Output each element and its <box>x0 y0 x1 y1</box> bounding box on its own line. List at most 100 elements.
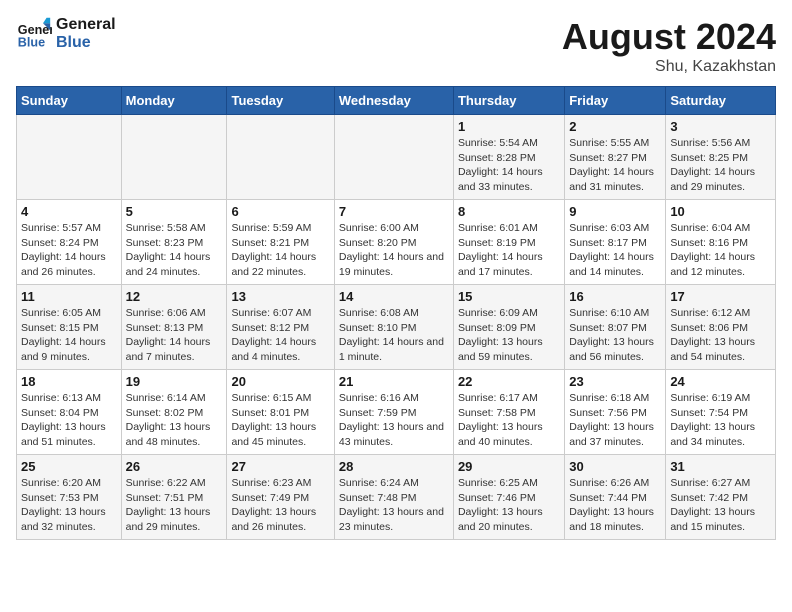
calendar-cell: 29Sunrise: 6:25 AMSunset: 7:46 PMDayligh… <box>453 455 564 540</box>
calendar-cell: 8 Sunrise: 6:01 AMSunset: 8:19 PMDaylight… <box>453 200 564 285</box>
weekday-tuesday: Tuesday <box>227 87 334 115</box>
day-number: 3 <box>670 119 771 134</box>
calendar-cell: 21 Sunrise: 6:16 AMSunset: 7:59 PMDayligh… <box>334 370 453 455</box>
day-number: 27 <box>231 459 329 474</box>
day-info: Sunrise: 6:01 AMSunset: 8:19 PMDaylight:… <box>458 221 560 280</box>
title-block: August 2024 Shu, Kazakhstan <box>562 16 776 76</box>
calendar-cell: 26 Sunrise: 6:22 AMSunset: 7:51 PMDayligh… <box>121 455 227 540</box>
calendar-cell: 7 Sunrise: 6:00 AMSunset: 8:20 PMDaylight… <box>334 200 453 285</box>
day-number: 21 <box>339 374 449 389</box>
day-number: 5 <box>126 204 223 219</box>
day-number: 26 <box>126 459 223 474</box>
day-info: Sunrise: 6:04 AMSunset: 8:16 PMDaylight:… <box>670 221 771 280</box>
day-number: 9 <box>569 204 661 219</box>
day-number: 18 <box>21 374 117 389</box>
calendar-cell: 24 Sunrise: 6:19 AMSunset: 7:54 PMDayligh… <box>666 370 776 455</box>
day-number: 31 <box>670 459 771 474</box>
day-info: Sunrise: 6:05 AMSunset: 8:15 PMDaylight:… <box>21 306 117 365</box>
logo-blue: Blue <box>56 34 116 52</box>
calendar-cell: 9Sunrise: 6:03 AMSunset: 8:17 PMDaylight… <box>565 200 666 285</box>
page-header: General Blue General Blue August 2024 Sh… <box>16 16 776 76</box>
week-row-5: 25 Sunrise: 6:20 AMSunset: 7:53 PMDayligh… <box>17 455 776 540</box>
calendar-cell: 11 Sunrise: 6:05 AMSunset: 8:15 PMDayligh… <box>17 285 122 370</box>
weekday-saturday: Saturday <box>666 87 776 115</box>
weekday-sunday: Sunday <box>17 87 122 115</box>
month-year: August 2024 <box>562 16 776 58</box>
calendar-cell: 16 Sunrise: 6:10 AMSunset: 8:07 PMDayligh… <box>565 285 666 370</box>
day-number: 16 <box>569 289 661 304</box>
day-number: 30 <box>569 459 661 474</box>
calendar-cell: 1 Sunrise: 5:54 AMSunset: 8:28 PMDaylight… <box>453 115 564 200</box>
day-number: 11 <box>21 289 117 304</box>
calendar-cell <box>121 115 227 200</box>
day-info: Sunrise: 5:54 AMSunset: 8:28 PMDaylight:… <box>458 136 560 195</box>
calendar-cell: 4 Sunrise: 5:57 AMSunset: 8:24 PMDaylight… <box>17 200 122 285</box>
day-number: 12 <box>126 289 223 304</box>
weekday-thursday: Thursday <box>453 87 564 115</box>
week-row-1: 1 Sunrise: 5:54 AMSunset: 8:28 PMDaylight… <box>17 115 776 200</box>
day-number: 28 <box>339 459 449 474</box>
calendar-cell: 18 Sunrise: 6:13 AMSunset: 8:04 PMDayligh… <box>17 370 122 455</box>
day-number: 24 <box>670 374 771 389</box>
calendar-cell <box>17 115 122 200</box>
day-info: Sunrise: 6:27 AMSunset: 7:42 PMDaylight:… <box>670 476 771 535</box>
day-info: Sunrise: 6:26 AMSunset: 7:44 PMDaylight:… <box>569 476 661 535</box>
weekday-header-row: SundayMondayTuesdayWednesdayThursdayFrid… <box>17 87 776 115</box>
day-number: 14 <box>339 289 449 304</box>
calendar-cell <box>227 115 334 200</box>
day-number: 6 <box>231 204 329 219</box>
day-info: Sunrise: 5:57 AMSunset: 8:24 PMDaylight:… <box>21 221 117 280</box>
weekday-friday: Friday <box>565 87 666 115</box>
day-info: Sunrise: 5:56 AMSunset: 8:25 PMDaylight:… <box>670 136 771 195</box>
calendar-cell: 23 Sunrise: 6:18 AMSunset: 7:56 PMDayligh… <box>565 370 666 455</box>
week-row-2: 4 Sunrise: 5:57 AMSunset: 8:24 PMDaylight… <box>17 200 776 285</box>
day-info: Sunrise: 6:16 AMSunset: 7:59 PMDaylight:… <box>339 391 449 450</box>
calendar-cell: 3 Sunrise: 5:56 AMSunset: 8:25 PMDaylight… <box>666 115 776 200</box>
day-info: Sunrise: 6:20 AMSunset: 7:53 PMDaylight:… <box>21 476 117 535</box>
day-info: Sunrise: 6:06 AMSunset: 8:13 PMDaylight:… <box>126 306 223 365</box>
day-info: Sunrise: 6:10 AMSunset: 8:07 PMDaylight:… <box>569 306 661 365</box>
calendar-cell: 13Sunrise: 6:07 AMSunset: 8:12 PMDayligh… <box>227 285 334 370</box>
calendar-cell: 2Sunrise: 5:55 AMSunset: 8:27 PMDaylight… <box>565 115 666 200</box>
calendar-cell <box>334 115 453 200</box>
day-info: Sunrise: 6:18 AMSunset: 7:56 PMDaylight:… <box>569 391 661 450</box>
calendar-cell: 28 Sunrise: 6:24 AMSunset: 7:48 PMDayligh… <box>334 455 453 540</box>
day-number: 7 <box>339 204 449 219</box>
day-number: 20 <box>231 374 329 389</box>
day-info: Sunrise: 6:14 AMSunset: 8:02 PMDaylight:… <box>126 391 223 450</box>
day-number: 4 <box>21 204 117 219</box>
calendar-table: SundayMondayTuesdayWednesdayThursdayFrid… <box>16 86 776 540</box>
calendar-cell: 6 Sunrise: 5:59 AMSunset: 8:21 PMDaylight… <box>227 200 334 285</box>
day-info: Sunrise: 5:59 AMSunset: 8:21 PMDaylight:… <box>231 221 329 280</box>
logo-general: General <box>56 16 116 34</box>
day-number: 22 <box>458 374 560 389</box>
day-info: Sunrise: 6:12 AMSunset: 8:06 PMDaylight:… <box>670 306 771 365</box>
day-number: 1 <box>458 119 560 134</box>
day-info: Sunrise: 6:22 AMSunset: 7:51 PMDaylight:… <box>126 476 223 535</box>
day-info: Sunrise: 6:23 AMSunset: 7:49 PMDaylight:… <box>231 476 329 535</box>
calendar-cell: 22Sunrise: 6:17 AMSunset: 7:58 PMDayligh… <box>453 370 564 455</box>
day-number: 19 <box>126 374 223 389</box>
week-row-3: 11 Sunrise: 6:05 AMSunset: 8:15 PMDayligh… <box>17 285 776 370</box>
day-info: Sunrise: 6:13 AMSunset: 8:04 PMDaylight:… <box>21 391 117 450</box>
logo-icon: General Blue <box>16 16 52 52</box>
day-info: Sunrise: 6:08 AMSunset: 8:10 PMDaylight:… <box>339 306 449 365</box>
calendar-body: 1 Sunrise: 5:54 AMSunset: 8:28 PMDaylight… <box>17 115 776 540</box>
day-number: 13 <box>231 289 329 304</box>
day-number: 29 <box>458 459 560 474</box>
weekday-wednesday: Wednesday <box>334 87 453 115</box>
day-info: Sunrise: 6:19 AMSunset: 7:54 PMDaylight:… <box>670 391 771 450</box>
day-info: Sunrise: 6:24 AMSunset: 7:48 PMDaylight:… <box>339 476 449 535</box>
day-number: 23 <box>569 374 661 389</box>
day-number: 25 <box>21 459 117 474</box>
calendar-cell: 31 Sunrise: 6:27 AMSunset: 7:42 PMDayligh… <box>666 455 776 540</box>
day-number: 17 <box>670 289 771 304</box>
location: Shu, Kazakhstan <box>562 58 776 76</box>
day-info: Sunrise: 6:00 AMSunset: 8:20 PMDaylight:… <box>339 221 449 280</box>
calendar-cell: 17 Sunrise: 6:12 AMSunset: 8:06 PMDayligh… <box>666 285 776 370</box>
logo: General Blue General Blue <box>16 16 116 52</box>
calendar-cell: 25 Sunrise: 6:20 AMSunset: 7:53 PMDayligh… <box>17 455 122 540</box>
calendar-cell: 30 Sunrise: 6:26 AMSunset: 7:44 PMDayligh… <box>565 455 666 540</box>
day-number: 8 <box>458 204 560 219</box>
day-info: Sunrise: 5:55 AMSunset: 8:27 PMDaylight:… <box>569 136 661 195</box>
